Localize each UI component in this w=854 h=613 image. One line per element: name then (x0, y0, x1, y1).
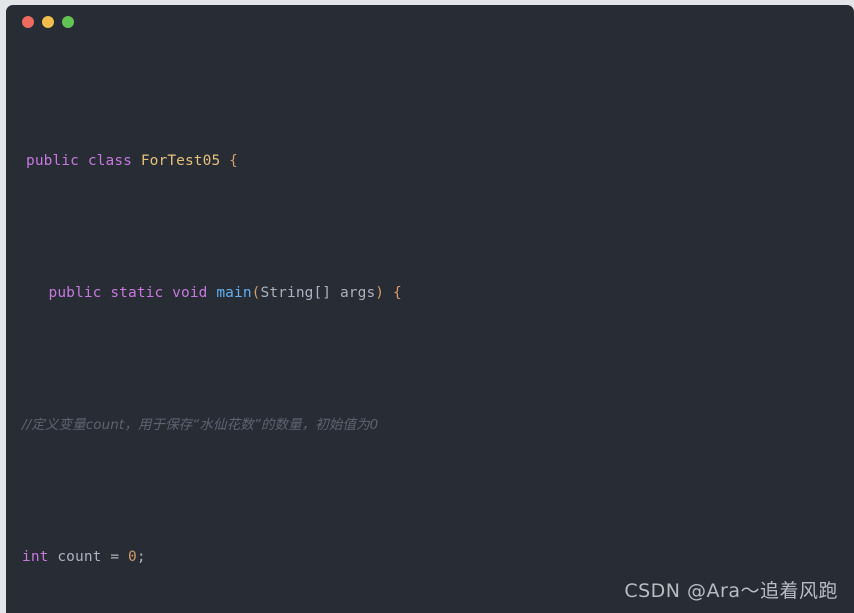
close-button[interactable] (22, 15, 34, 28)
code-line-comment[interactable]: //定义变量count，用于保存“水仙花数”的数量，初始值为0 (6, 409, 854, 442)
watermark-text: CSDN @Ara～追着风跑 (624, 580, 838, 602)
minimize-button[interactable] (42, 15, 54, 28)
screenshot-root: public class ForTest05 { public static v… (0, 0, 854, 613)
code-line[interactable]: public static void main(String[] args) { (6, 277, 854, 310)
window-titlebar[interactable] (6, 5, 854, 38)
code-line[interactable]: int count = 0; (6, 541, 854, 574)
code-line[interactable]: public class ForTest05 { (6, 145, 854, 178)
comment-text: //定义变量count，用于保存“水仙花数”的数量，初始值为0 (22, 417, 379, 433)
maximize-button[interactable] (62, 15, 74, 28)
code-block[interactable]: public class ForTest05 { public static v… (6, 38, 854, 613)
code-editor-window: public class ForTest05 { public static v… (6, 5, 854, 613)
